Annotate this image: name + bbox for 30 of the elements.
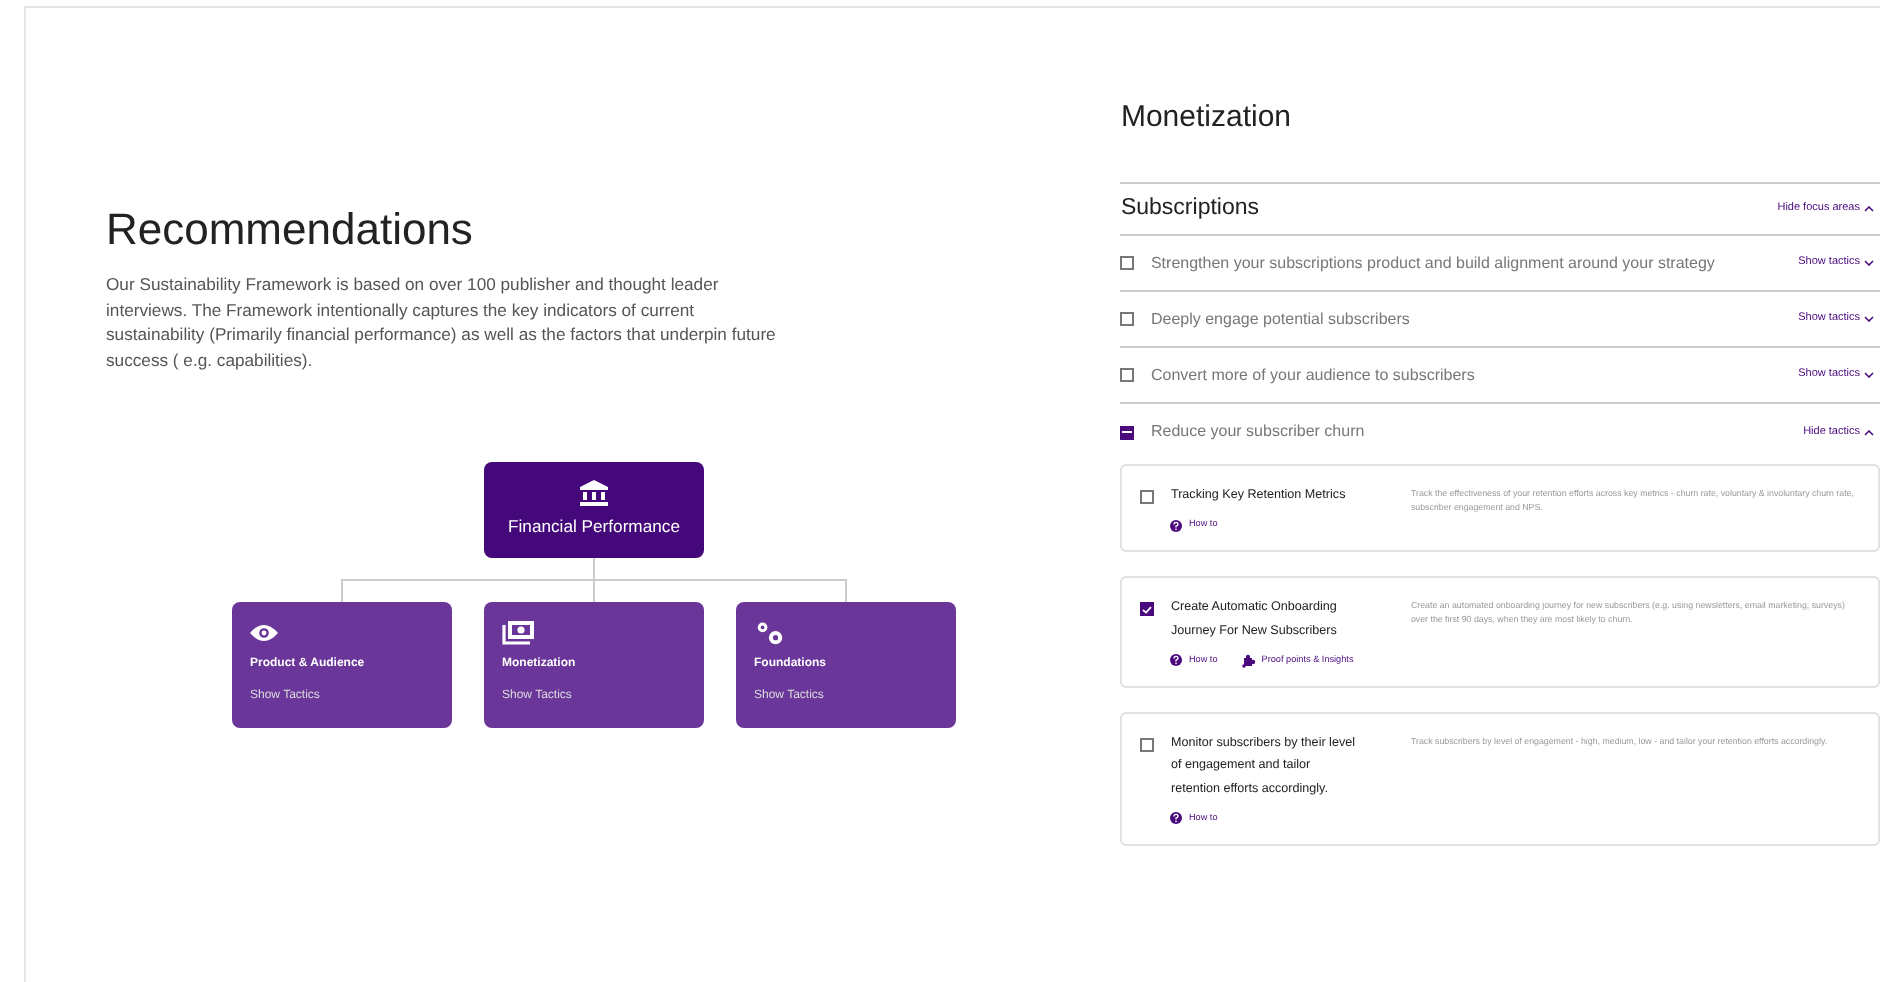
focus-area-label: Convert more of your audience to subscribers xyxy=(1150,363,1477,387)
checkbox[interactable] xyxy=(1140,737,1155,752)
section-title: Recommendations xyxy=(106,204,475,257)
checkbox[interactable] xyxy=(1140,602,1155,617)
node-label: Financial Performance xyxy=(508,514,680,541)
section-heading: Subscriptions xyxy=(1120,193,1260,224)
panel-title: Monetization xyxy=(1120,100,1294,136)
checkbox[interactable] xyxy=(1120,425,1135,439)
focus-area-label: Strengthen your subscriptions product and build alignment around your strategy xyxy=(1150,251,1717,275)
chevron-down-icon xyxy=(1864,372,1874,378)
help-icon xyxy=(1170,812,1183,825)
help-icon xyxy=(1170,519,1183,532)
chevron-up-icon xyxy=(1864,206,1874,212)
puzzle-icon xyxy=(1241,653,1256,668)
chevron-down-icon xyxy=(1864,316,1874,322)
help-icon xyxy=(1170,654,1183,667)
checkbox[interactable] xyxy=(1120,256,1135,270)
chevron-up-icon xyxy=(1864,429,1874,435)
checkbox[interactable] xyxy=(1120,312,1135,326)
gears-icon xyxy=(754,620,786,647)
description: Our Sustainability Framework is based on over 100 publisher and thought leader interviews. The Framework intentionally captures the key indicators of current sustainability (Primarily financial performance) as well as the factors that underpin future success ( e.g. capabilities). xyxy=(106,272,778,373)
eye-icon xyxy=(250,620,278,647)
checkbox[interactable] xyxy=(1120,368,1135,382)
focus-area-label: Deeply engage potential subscribers xyxy=(1150,307,1412,331)
checkbox[interactable] xyxy=(1140,490,1155,504)
chevron-down-icon xyxy=(1864,260,1874,266)
banknote-icon xyxy=(502,620,534,647)
focus-area-label: Reduce your subscriber churn xyxy=(1150,420,1367,444)
root-node[interactable]: Financial Performance xyxy=(484,462,704,559)
bank-icon xyxy=(580,480,608,507)
